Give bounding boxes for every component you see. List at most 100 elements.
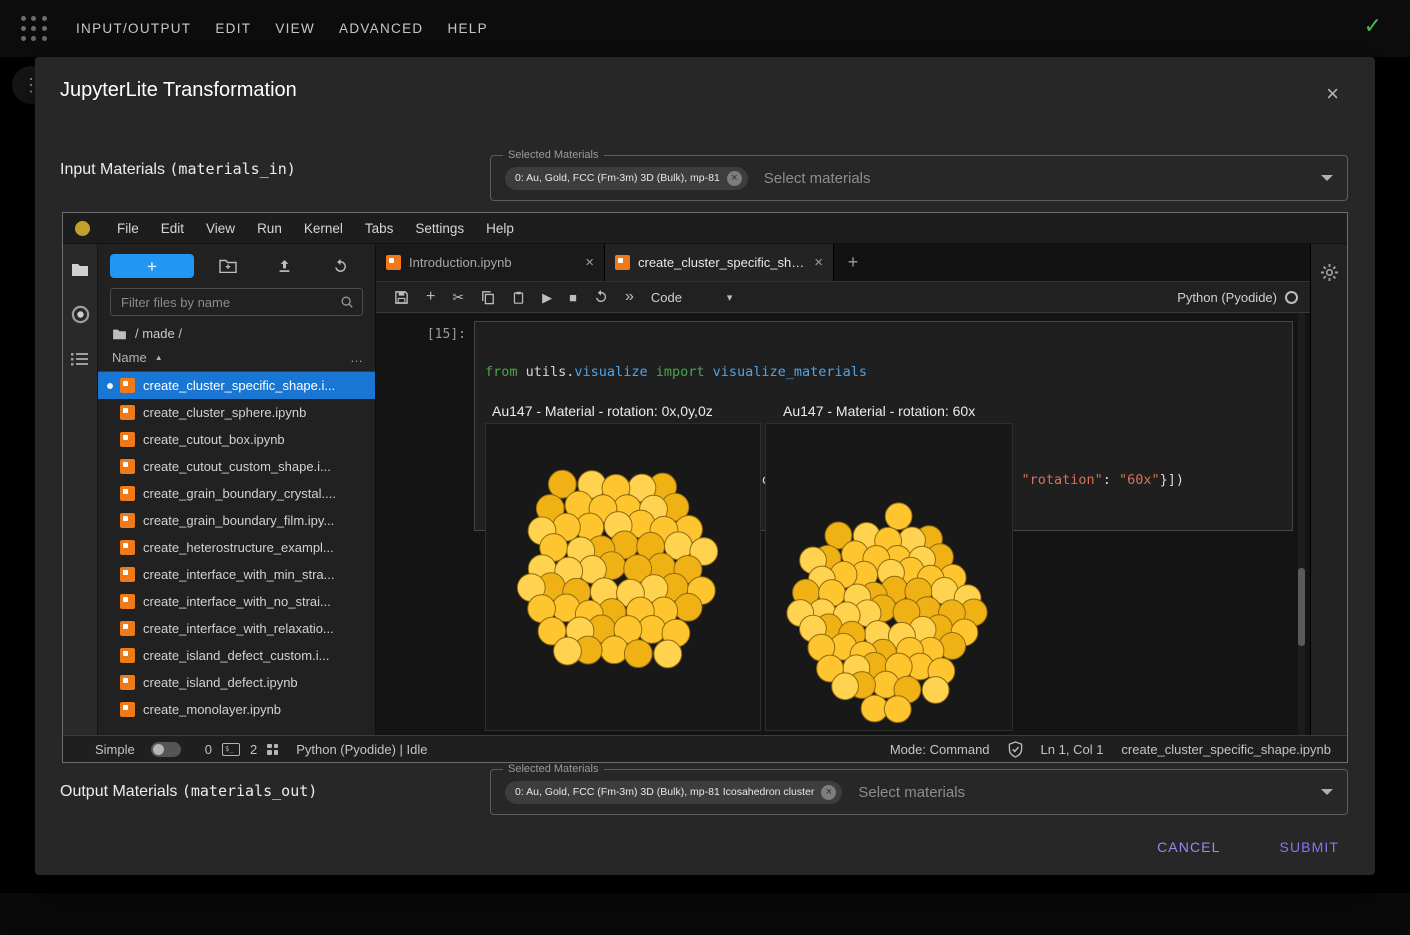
name-column-header: Name	[112, 350, 147, 365]
notebook-icon	[120, 621, 135, 636]
notebook-icon	[120, 405, 135, 420]
file-item[interactable]: create_interface_with_min_stra...	[98, 561, 375, 588]
close-icon[interactable]: ×	[1326, 83, 1339, 105]
menu-input-output[interactable]: INPUT/OUTPUT	[76, 21, 191, 36]
table-of-contents-icon[interactable]	[71, 352, 89, 366]
file-name: create_cutout_custom_shape.i...	[143, 459, 331, 474]
chip-delete-icon[interactable]: ×	[727, 171, 742, 186]
file-item[interactable]: create_cutout_custom_shape.i...	[98, 453, 375, 480]
dropdown-caret-icon[interactable]	[1321, 175, 1333, 181]
app-logo-icon[interactable]	[20, 16, 48, 42]
restart-kernel-icon[interactable]	[594, 290, 608, 304]
run-cell-icon[interactable]: ▶	[542, 291, 552, 304]
menu-view[interactable]: VIEW	[275, 21, 315, 36]
file-item[interactable]: create_island_defect_custom.i...	[98, 642, 375, 669]
file-browser-panel: +	[97, 244, 376, 735]
terminal-icon[interactable]: $_	[222, 743, 240, 756]
trusted-shield-icon[interactable]	[1008, 741, 1023, 758]
notebook-icon	[120, 567, 135, 582]
cursor-position[interactable]: Ln 1, Col 1	[1041, 742, 1104, 757]
cell-type-dropdown[interactable]: Code	[651, 290, 682, 305]
tab-close-icon[interactable]: ×	[814, 255, 823, 270]
tab-introduction[interactable]: Introduction.ipynb ×	[376, 244, 605, 281]
kernel-name[interactable]: Python (Pyodide)	[1177, 290, 1277, 305]
code-line: from utils.visualize import visualize_ma…	[485, 363, 1282, 381]
menu-help[interactable]: HELP	[447, 21, 487, 36]
file-browser-toolbar: +	[98, 244, 375, 286]
jupyter-menu-run[interactable]: Run	[246, 221, 293, 236]
file-item[interactable]: create_heterostructure_exampl...	[98, 534, 375, 561]
file-name: create_interface_with_no_strai...	[143, 594, 331, 609]
kernel-sessions-icon[interactable]	[267, 744, 278, 755]
material-visualization-right[interactable]	[765, 423, 1013, 731]
save-icon[interactable]	[394, 290, 409, 305]
chevron-down-icon[interactable]: ▾	[727, 291, 733, 304]
paste-cells-icon[interactable]	[512, 290, 525, 305]
new-tab-icon[interactable]: +	[834, 244, 872, 281]
status-bar: Simple 0 $_ 2 Python (Pyodide) | Idle Mo…	[63, 735, 1347, 762]
jupyter-menu-file[interactable]: File	[106, 221, 150, 236]
file-item[interactable]: create_interface_with_relaxatio...	[98, 615, 375, 642]
jupyterlite-transformation-dialog: JupyterLite Transformation × Input Mater…	[35, 57, 1375, 875]
file-list-header[interactable]: Name ▲ …	[98, 345, 375, 372]
file-list: create_cluster_specific_shape.i...create…	[98, 372, 375, 735]
upload-icon[interactable]	[262, 259, 306, 274]
check-icon[interactable]: ✓	[1364, 13, 1382, 39]
jupyter-menu-help[interactable]: Help	[475, 221, 525, 236]
jupyter-menu-kernel[interactable]: Kernel	[293, 221, 354, 236]
file-item[interactable]: create_cutout_box.ipynb	[98, 426, 375, 453]
material-chip[interactable]: 0: Au, Gold, FCC (Fm-3m) 3D (Bulk), mp-8…	[505, 167, 748, 190]
menu-advanced[interactable]: ADVANCED	[339, 21, 423, 36]
menu-edit[interactable]: EDIT	[215, 21, 251, 36]
file-item[interactable]: create_cluster_specific_shape.i...	[98, 372, 375, 399]
file-item[interactable]: create_monolayer.ipynb	[98, 696, 375, 723]
jupyter-menu-settings[interactable]: Settings	[404, 221, 475, 236]
scrollbar-track[interactable]	[1298, 313, 1305, 735]
cancel-button[interactable]: CANCEL	[1151, 835, 1226, 859]
jupyter-menu-view[interactable]: View	[195, 221, 246, 236]
more-icon[interactable]: …	[350, 350, 363, 365]
dialog-title: JupyterLite Transformation	[60, 79, 297, 102]
material-visualization-left[interactable]	[485, 423, 761, 731]
settings-gear-icon[interactable]	[1320, 263, 1339, 282]
stop-kernel-icon[interactable]: ■	[569, 291, 577, 304]
material-chip-label: 0: Au, Gold, FCC (Fm-3m) 3D (Bulk), mp-8…	[515, 172, 720, 184]
file-filter-box	[110, 288, 363, 316]
sort-ascending-icon: ▲	[155, 353, 163, 362]
dropdown-caret-icon[interactable]	[1321, 789, 1333, 795]
simple-mode-toggle[interactable]	[151, 742, 181, 757]
material-chip-label: 0: Au, Gold, FCC (Fm-3m) 3D (Bulk), mp-8…	[515, 786, 814, 798]
chip-delete-icon[interactable]: ×	[821, 785, 836, 800]
file-name: create_interface_with_min_stra...	[143, 567, 334, 582]
kernel-status-text[interactable]: Python (Pyodide) | Idle	[296, 742, 427, 757]
tab-create-cluster-specific-shape[interactable]: create_cluster_specific_sha… ×	[605, 244, 834, 281]
file-filter-input[interactable]	[119, 294, 334, 311]
file-browser-icon[interactable]	[71, 262, 89, 277]
file-item[interactable]: create_grain_boundary_film.ipy...	[98, 507, 375, 534]
refresh-icon[interactable]	[319, 259, 363, 274]
new-folder-icon[interactable]	[206, 259, 250, 273]
jupyter-menu-tabs[interactable]: Tabs	[354, 221, 405, 236]
scrollbar-thumb[interactable]	[1298, 568, 1305, 646]
app-menu: INPUT/OUTPUT EDIT VIEW ADVANCED HELP	[76, 21, 488, 36]
running-kernels-icon[interactable]	[71, 305, 90, 324]
file-item[interactable]: create_grain_boundary_crystal....	[98, 480, 375, 507]
file-item[interactable]: create_cluster_sphere.ipynb	[98, 399, 375, 426]
tab-close-icon[interactable]: ×	[585, 255, 594, 270]
new-launcher-button[interactable]: +	[110, 254, 194, 278]
breadcrumb[interactable]: / made /	[98, 316, 375, 345]
input-materials-label: Input Materials (materials_in)	[60, 160, 296, 179]
jupyter-menu-edit[interactable]: Edit	[150, 221, 195, 236]
cut-cells-icon[interactable]: ✂	[452, 290, 464, 304]
input-materials-select[interactable]: Selected Materials 0: Au, Gold, FCC (Fm-…	[490, 155, 1348, 201]
output-materials-code: (materials_out)	[182, 782, 317, 800]
submit-button[interactable]: SUBMIT	[1274, 835, 1346, 859]
output-materials-select[interactable]: Selected Materials 0: Au, Gold, FCC (Fm-…	[490, 769, 1348, 815]
insert-cell-icon[interactable]: +	[426, 289, 435, 305]
restart-run-all-icon[interactable]: »	[625, 289, 634, 305]
copy-cells-icon[interactable]	[481, 290, 495, 305]
file-item[interactable]: create_interface_with_no_strai...	[98, 588, 375, 615]
selected-materials-legend: Selected Materials	[503, 149, 604, 161]
material-chip[interactable]: 0: Au, Gold, FCC (Fm-3m) 3D (Bulk), mp-8…	[505, 781, 842, 804]
file-item[interactable]: create_island_defect.ipynb	[98, 669, 375, 696]
